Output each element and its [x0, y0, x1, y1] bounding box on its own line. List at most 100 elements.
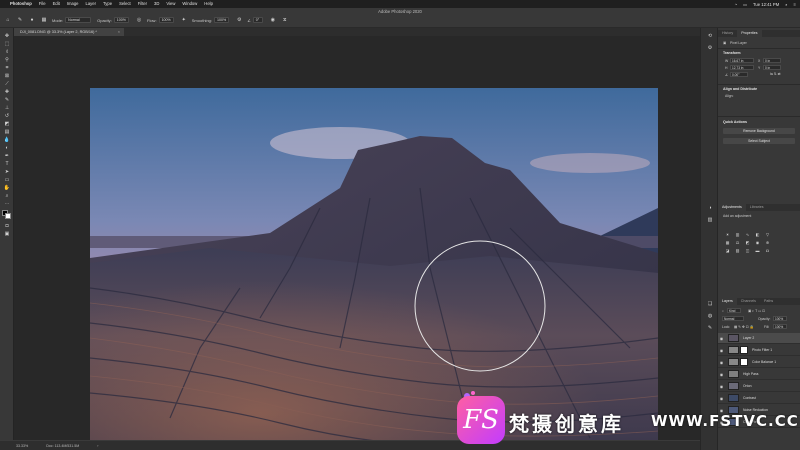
- symmetry-icon[interactable]: ⧖: [281, 17, 289, 24]
- black-white-icon[interactable]: ◩: [744, 240, 751, 245]
- healing-brush-icon[interactable]: ✚: [3, 88, 11, 95]
- eraser-icon[interactable]: ◩: [3, 120, 11, 127]
- canvas-workspace[interactable]: [14, 36, 700, 450]
- visibility-eye-icon[interactable]: ◉: [718, 348, 725, 353]
- vibrance-icon[interactable]: ▽: [764, 232, 771, 237]
- layers-panel-icon[interactable]: ❏: [706, 300, 714, 308]
- transform-heading[interactable]: Transform: [723, 51, 741, 55]
- layer-filter-icons[interactable]: ▣ ◐ T ▭ ⊡: [748, 309, 765, 313]
- layer-row[interactable]: ◉ Color Balance 1: [718, 357, 800, 368]
- width-field[interactable]: 16.67 in: [730, 58, 754, 63]
- channel-mixer-icon[interactable]: ⊕: [764, 240, 771, 245]
- menu-select[interactable]: Select: [119, 0, 131, 8]
- adjustments-panel-icon[interactable]: ◑: [706, 204, 714, 212]
- layer-mask-thumbnail[interactable]: [740, 358, 748, 366]
- layer-name[interactable]: High Pass: [743, 372, 758, 376]
- dodge-tool-icon[interactable]: ◐: [3, 144, 11, 151]
- layer-thumbnail[interactable]: [728, 382, 739, 390]
- y-field[interactable]: 0 in: [763, 65, 781, 70]
- layer-name[interactable]: Photo Filter 1: [752, 348, 772, 352]
- menu-edit[interactable]: Edit: [53, 0, 60, 8]
- layer-name[interactable]: Orton: [743, 384, 751, 388]
- path-select-icon[interactable]: ➤: [3, 168, 11, 175]
- move-tool-icon[interactable]: ✥: [3, 32, 11, 39]
- layer-row[interactable]: ◉ Photo Filter 1: [718, 345, 800, 356]
- opacity-field[interactable]: 100%: [113, 17, 129, 23]
- kind-filter[interactable]: Kind: [727, 308, 741, 313]
- tab-layers[interactable]: Layers: [718, 298, 737, 305]
- menu-type[interactable]: Type: [103, 0, 112, 8]
- rectangle-tool-icon[interactable]: ▭: [3, 176, 11, 183]
- status-arrow-icon[interactable]: ›: [97, 444, 98, 448]
- history-panel-icon[interactable]: ⟲: [706, 32, 714, 40]
- marquee-tool-icon[interactable]: ⬚: [3, 40, 11, 47]
- x-field[interactable]: 0 in: [763, 58, 781, 63]
- levels-icon[interactable]: ▥: [734, 232, 741, 237]
- brush-settings-icon[interactable]: ▦: [40, 17, 48, 24]
- channels-panel-icon[interactable]: ◍: [706, 312, 714, 320]
- frame-tool-icon[interactable]: ⊠: [3, 72, 11, 79]
- lasso-tool-icon[interactable]: ℓ: [3, 48, 11, 55]
- menu-view[interactable]: View: [166, 0, 175, 8]
- menu-layer[interactable]: Layer: [85, 0, 95, 8]
- layer-name[interactable]: Color Balance 1: [752, 360, 776, 364]
- visibility-eye-icon[interactable]: ◉: [718, 384, 725, 389]
- libraries-panel-icon[interactable]: ▥: [706, 216, 714, 224]
- smoothing-field[interactable]: 100%: [214, 17, 230, 23]
- smoothing-options-icon[interactable]: ⚙: [235, 17, 243, 24]
- remove-background-button[interactable]: Remove Background: [723, 128, 795, 134]
- flow-field[interactable]: 100%: [158, 17, 174, 23]
- menu-file[interactable]: File: [39, 0, 46, 8]
- menu-filter[interactable]: Filter: [138, 0, 147, 8]
- layer-thumbnail[interactable]: [728, 346, 739, 354]
- layer-name[interactable]: Layer 2: [743, 336, 754, 340]
- pressure-opacity-icon[interactable]: ◎: [135, 17, 143, 24]
- visibility-eye-icon[interactable]: ◉: [718, 372, 725, 377]
- tab-libraries[interactable]: Libraries: [746, 204, 768, 211]
- spotlight-icon[interactable]: ⌕: [785, 2, 787, 7]
- align-heading[interactable]: Align and Distribute: [723, 87, 757, 91]
- visibility-eye-icon[interactable]: ◉: [718, 336, 725, 341]
- brush-tool-icon[interactable]: ✎: [3, 96, 11, 103]
- home-icon[interactable]: ⌂: [4, 17, 12, 24]
- history-brush-icon[interactable]: ↺: [3, 112, 11, 119]
- flip-icons[interactable]: ⇋ ⇅ ⇄: [770, 72, 780, 76]
- threshold-icon[interactable]: ◫: [744, 248, 751, 253]
- clock[interactable]: Tue 12:41 PM: [753, 2, 779, 7]
- properties-panel-icon[interactable]: ⚙: [706, 44, 714, 52]
- clone-stamp-icon[interactable]: ⊥: [3, 104, 11, 111]
- type-tool-icon[interactable]: T: [3, 160, 11, 167]
- tab-properties[interactable]: Properties: [737, 30, 762, 37]
- mode-select[interactable]: Normal: [65, 17, 92, 23]
- pressure-size-icon[interactable]: ◉: [269, 17, 277, 24]
- blend-mode-select[interactable]: Normal: [722, 316, 744, 321]
- photo-filter-icon[interactable]: ◉: [754, 240, 761, 245]
- airbrush-icon[interactable]: ✦: [180, 17, 188, 24]
- brightness-contrast-icon[interactable]: ☀: [724, 232, 731, 237]
- visibility-eye-icon[interactable]: ◉: [718, 360, 725, 365]
- brush-preset-icon[interactable]: ✎: [16, 17, 24, 24]
- menu-image[interactable]: Image: [67, 0, 79, 8]
- fill-field[interactable]: 100%: [773, 324, 787, 329]
- eyedropper-icon[interactable]: ⟋: [3, 80, 11, 87]
- selective-color-icon[interactable]: ◘: [764, 248, 771, 253]
- height-field[interactable]: 12.73 in: [730, 65, 754, 70]
- hue-saturation-icon[interactable]: ▦: [724, 240, 731, 245]
- color-balance-icon[interactable]: ⚖: [734, 240, 741, 245]
- tab-channels[interactable]: Channels: [737, 298, 760, 305]
- zoom-tool-icon[interactable]: ⌕: [3, 192, 11, 199]
- angle-field[interactable]: 0.00°: [730, 72, 748, 77]
- angle-field[interactable]: 0°: [252, 17, 263, 23]
- layer-mask-thumbnail[interactable]: [740, 346, 748, 354]
- invert-icon[interactable]: ◪: [724, 248, 731, 253]
- screen-mode-icon[interactable]: ▣: [3, 230, 11, 237]
- gradient-map-icon[interactable]: ▬: [754, 248, 761, 253]
- brush-size-icon[interactable]: ●: [28, 17, 36, 24]
- pen-tool-icon[interactable]: ✒: [3, 152, 11, 159]
- layer-thumbnail[interactable]: [728, 358, 739, 366]
- layer-row[interactable]: ◉ Layer 2: [718, 333, 800, 344]
- exposure-icon[interactable]: ◧: [754, 232, 761, 237]
- zoom-level[interactable]: 33.33%: [16, 444, 28, 448]
- layer-row[interactable]: ◉ High Pass: [718, 369, 800, 380]
- quick-mask-icon[interactable]: ◘: [3, 222, 11, 229]
